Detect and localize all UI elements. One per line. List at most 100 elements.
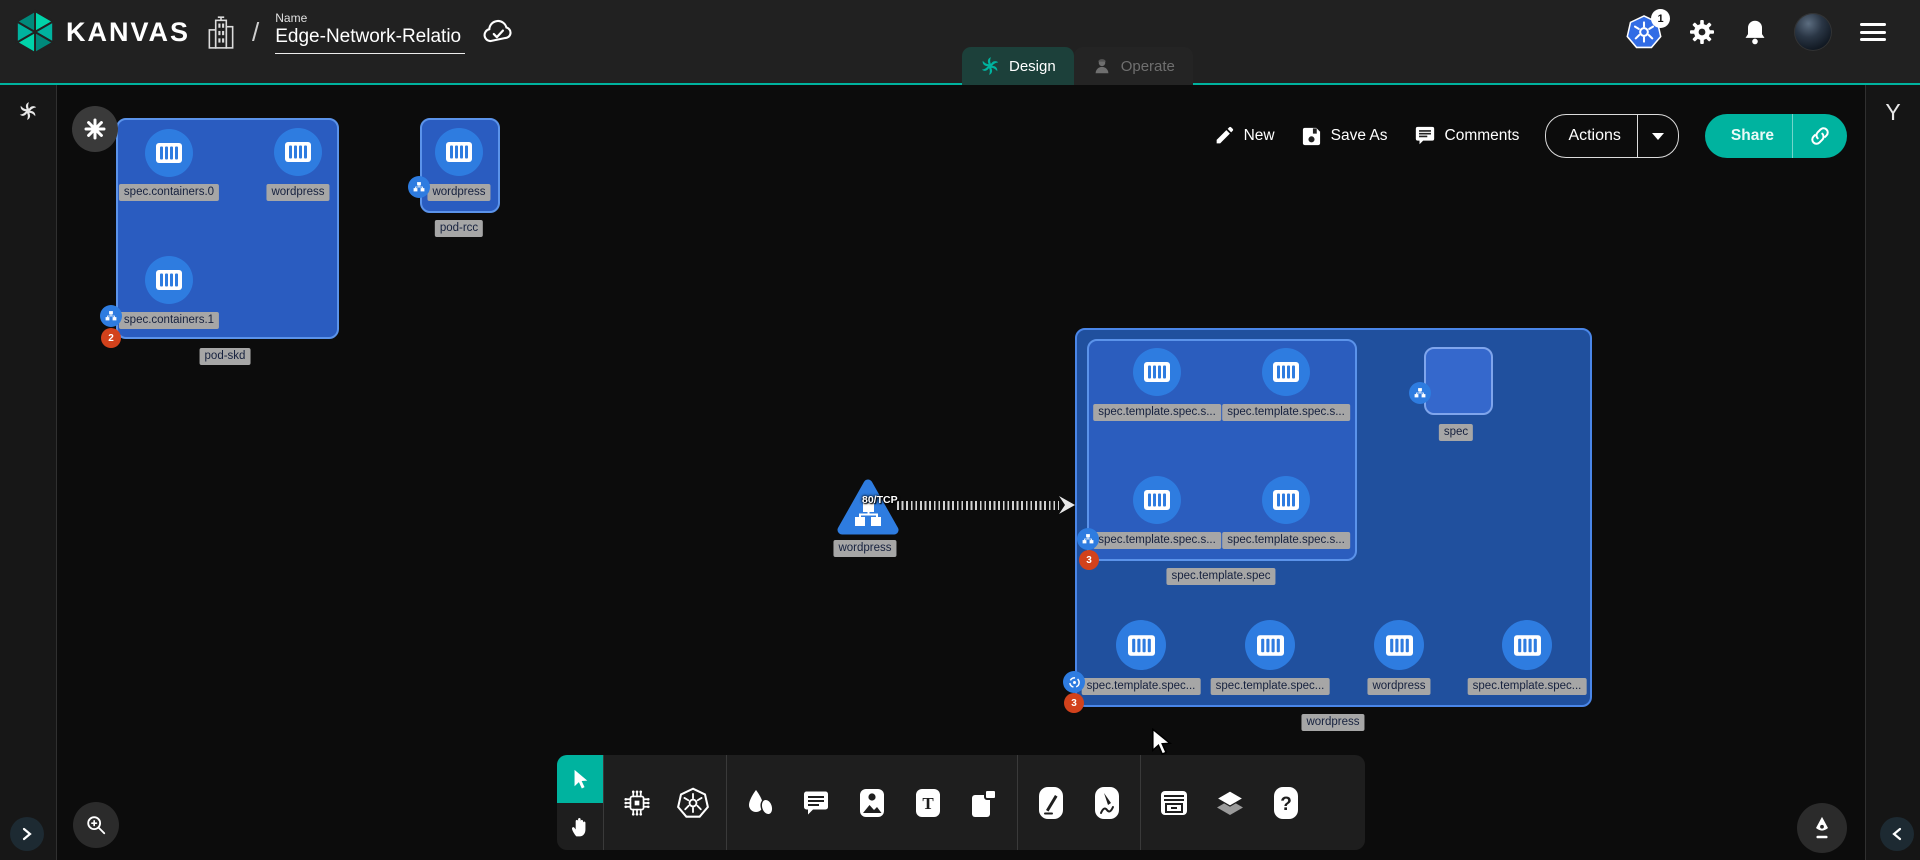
component-tool-button[interactable]	[609, 755, 665, 850]
group-label: spec	[1439, 424, 1473, 441]
node-label: spec.template.spec.s...	[1093, 404, 1221, 421]
container-node[interactable]	[1133, 348, 1181, 396]
select-tool-button[interactable]	[557, 755, 603, 803]
new-label: New	[1244, 127, 1275, 145]
container-node[interactable]	[1133, 476, 1181, 524]
pan-tool-button[interactable]	[557, 803, 603, 851]
pen-nib-icon	[1810, 815, 1834, 841]
share-button[interactable]: Share	[1705, 114, 1847, 158]
error-count-badge[interactable]: 2	[101, 328, 121, 348]
node-label: wordpress	[427, 184, 490, 201]
container-node[interactable]	[145, 129, 193, 177]
chevron-right-icon	[21, 827, 33, 841]
comment-tool-button[interactable]	[788, 755, 844, 850]
container-node[interactable]	[435, 128, 483, 176]
tool-dock: T	[557, 755, 1365, 850]
relationship-badge-icon[interactable]	[408, 176, 430, 198]
service-deployment-edge[interactable]	[897, 501, 1059, 510]
svg-text:T: T	[922, 794, 934, 813]
version-handle-icon[interactable]: Y	[1866, 99, 1920, 126]
freehand-tool-button[interactable]	[1079, 755, 1135, 850]
question-mark-icon: ?	[1273, 786, 1299, 820]
drawer-tool-button[interactable]	[1146, 755, 1202, 850]
node-label: spec.template.spec...	[1211, 678, 1330, 695]
kubernetes-wheel-icon	[677, 787, 709, 819]
tab-design[interactable]: Design	[962, 47, 1074, 85]
service-node[interactable]	[836, 478, 900, 536]
expand-left-panel-button[interactable]	[10, 817, 44, 851]
organization-icon[interactable]	[206, 14, 236, 50]
relationship-badge-icon[interactable]	[1409, 382, 1431, 404]
design-pen-button[interactable]	[1797, 803, 1847, 853]
group-label: spec.template.spec	[1166, 568, 1275, 585]
cloud-saved-icon[interactable]	[481, 18, 515, 46]
kanvas-logo[interactable]: KANVAS	[14, 9, 190, 55]
container-node[interactable]	[1262, 348, 1310, 396]
hamburger-menu-icon[interactable]	[1858, 19, 1888, 45]
tab-operate[interactable]: Operate	[1074, 47, 1193, 85]
left-rail	[0, 85, 57, 860]
pencil-new-icon	[1213, 125, 1235, 147]
container-node[interactable]	[1245, 620, 1295, 670]
kanvas-hexagon-icon	[14, 9, 56, 55]
actions-dropdown-button[interactable]: Actions	[1545, 114, 1678, 158]
layers-icon	[1214, 787, 1246, 819]
node-label: spec.containers.1	[119, 312, 219, 329]
mouse-cursor	[1150, 728, 1176, 756]
chevron-left-icon	[1891, 827, 1903, 841]
node-label: spec.template.spec.s...	[1222, 532, 1350, 549]
text-tool-button[interactable]: T	[900, 755, 956, 850]
spec-template-spec-group[interactable]	[1087, 339, 1357, 561]
shapes-icon	[744, 787, 776, 819]
container-node[interactable]	[1262, 476, 1310, 524]
new-button[interactable]: New	[1213, 125, 1275, 147]
shapes-tool-button[interactable]	[732, 755, 788, 850]
kubernetes-context-switcher[interactable]: 1	[1626, 13, 1662, 51]
design-name-input[interactable]	[275, 26, 465, 54]
container-node[interactable]	[274, 128, 322, 176]
user-avatar[interactable]	[1794, 13, 1832, 51]
actions-caret-icon[interactable]	[1638, 133, 1678, 140]
error-count-badge[interactable]: 3	[1079, 550, 1099, 570]
error-count-badge[interactable]: 3	[1064, 693, 1084, 713]
spec-group[interactable]	[1424, 347, 1493, 415]
relationship-badge-icon[interactable]	[1077, 528, 1099, 550]
note-tool-button[interactable]	[956, 755, 1012, 850]
node-label: spec.template.spec...	[1082, 678, 1201, 695]
notifications-bell-icon[interactable]	[1742, 18, 1768, 46]
node-label: spec.containers.0	[119, 184, 219, 201]
image-tool-button[interactable]	[844, 755, 900, 850]
meshery-spiral-icon[interactable]	[18, 101, 38, 121]
edit-tool-button[interactable]	[1023, 755, 1079, 850]
save-as-button[interactable]: Save As	[1301, 126, 1388, 147]
relationship-badge-icon[interactable]	[100, 305, 122, 327]
kubernetes-tool-button[interactable]	[665, 755, 721, 850]
replicaset-badge-icon[interactable]	[1063, 671, 1085, 693]
container-node[interactable]	[1374, 620, 1424, 670]
comments-button[interactable]: Comments	[1414, 125, 1520, 147]
comments-label: Comments	[1445, 127, 1520, 145]
edge-port-label: 80/TCP	[862, 494, 898, 506]
kubernetes-asterisk-icon	[83, 117, 107, 141]
share-label: Share	[1705, 127, 1792, 145]
hand-pan-icon	[569, 814, 591, 838]
expand-right-panel-button[interactable]	[1880, 817, 1914, 851]
zoom-button[interactable]	[73, 802, 119, 848]
settings-gear-icon[interactable]	[1688, 18, 1716, 46]
brand-name: KANVAS	[66, 17, 190, 48]
container-node[interactable]	[145, 256, 193, 304]
kubernetes-cluster-node[interactable]	[72, 106, 118, 152]
note-shape-icon	[969, 787, 999, 819]
comment-icon	[1414, 125, 1436, 147]
help-tool-button[interactable]: ?	[1258, 755, 1314, 850]
container-node[interactable]	[1502, 620, 1552, 670]
copy-link-icon[interactable]	[1793, 125, 1847, 147]
right-rail: Y	[1865, 85, 1920, 860]
drawer-archive-icon	[1159, 787, 1189, 819]
edge-arrowhead-icon	[1055, 494, 1079, 516]
mode-tabs: Design Operate	[962, 47, 1193, 85]
app-header: KANVAS / Name	[0, 0, 1920, 85]
layers-tool-button[interactable]	[1202, 755, 1258, 850]
node-label: spec.template.spec.s...	[1093, 532, 1221, 549]
container-node[interactable]	[1116, 620, 1166, 670]
